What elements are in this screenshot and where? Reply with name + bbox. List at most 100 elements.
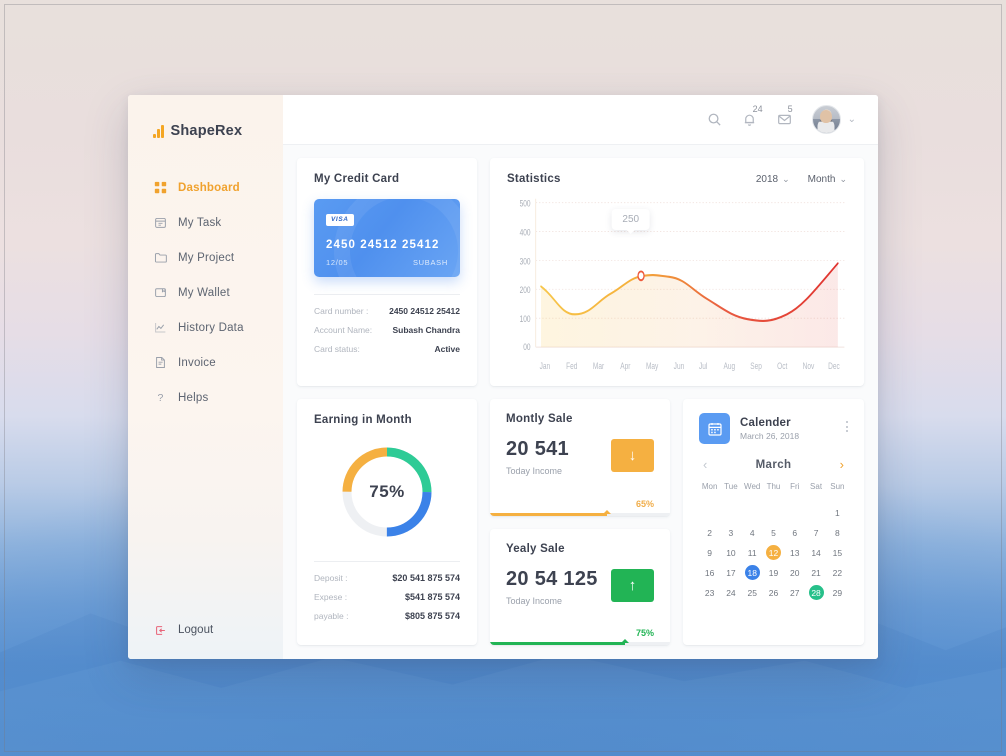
sidebar-item-label: Helps [178, 391, 209, 404]
arrow-down-icon: ↓ [611, 439, 654, 472]
chevron-down-icon: ⌄ [839, 173, 847, 184]
earning-row: Deposit : $20 541 875 574 [314, 573, 460, 583]
arrow-up-icon: ↑ [611, 568, 654, 602]
dashboard-content: My Credit Card VISA 2450 24512 25412 12/… [283, 145, 878, 659]
calendar-day[interactable]: 7 [805, 525, 826, 540]
profile-menu[interactable]: ⌄ [811, 105, 856, 134]
bar-chart-logo-icon [153, 124, 164, 138]
progress-fill [490, 512, 607, 516]
calendar-day[interactable]: 25 [742, 585, 763, 600]
calendar-dow: Tue [724, 482, 738, 491]
calendar-day[interactable]: 17 [720, 565, 741, 580]
credit-card-title: My Credit Card [314, 173, 400, 185]
account-name-label: Account Name: [314, 325, 373, 335]
calendar-day[interactable]: 28 [805, 585, 826, 600]
sidebar-item-label: My Project [178, 251, 235, 264]
sidebar-item-my-wallet[interactable]: My Wallet [128, 280, 283, 305]
bottom-row: Earning in Month 75% Deposit : $20 541 8… [297, 399, 864, 645]
card-detail-row: Card status: Active [314, 344, 460, 354]
calendar-day[interactable]: 5 [763, 525, 784, 540]
topbar: 24 5 ⌄ [283, 95, 878, 145]
calendar-dow: Sun [830, 482, 845, 491]
sidebar-item-my-project[interactable]: My Project [128, 245, 283, 270]
calendar-month-label: March [755, 458, 792, 471]
calendar-dow: Sat [810, 482, 823, 491]
notification-count-badge: 24 [752, 104, 763, 114]
dashboard-window: ShapeRex Dashboard My Task My Project My… [128, 95, 878, 659]
chart-tooltip: 250 [611, 209, 651, 230]
calendar-title: Calender [740, 416, 791, 429]
divider [314, 561, 460, 562]
card-status-label: Card status: [314, 344, 360, 354]
deposit-label: Deposit : [314, 573, 348, 583]
visa-logo: VISA [326, 213, 354, 226]
calendar-day[interactable]: 29 [827, 585, 848, 600]
calendar-day[interactable]: 15 [827, 545, 848, 560]
calendar-dow: Fri [790, 482, 800, 491]
calendar-day[interactable]: 26 [763, 585, 784, 600]
calendar-day[interactable]: 9 [699, 545, 720, 560]
period-select[interactable]: Month ⌄ [808, 174, 847, 185]
statistics-chart[interactable]: 500 400 300 200 100 00 250 Jan Fed Mar A… [507, 193, 847, 376]
year-select[interactable]: 2018 ⌄ [756, 174, 790, 185]
sidebar-item-history-data[interactable]: History Data [128, 315, 283, 340]
calendar-day[interactable]: 11 [742, 545, 763, 560]
year-select-value: 2018 [755, 173, 779, 185]
calendar-prev-button[interactable]: ‹ [703, 458, 707, 471]
question-mark-icon: ? [153, 391, 167, 405]
calendar-day[interactable]: 16 [699, 565, 720, 580]
svg-text:300: 300 [520, 256, 531, 267]
calendar-day[interactable]: 24 [720, 585, 741, 600]
sidebar-item-label: Invoice [178, 356, 216, 369]
statistics-title: Statistics [507, 173, 561, 185]
calendar-day[interactable]: 20 [784, 565, 805, 580]
calendar-day[interactable]: 10 [720, 545, 741, 560]
calendar-day[interactable]: 8 [827, 525, 848, 540]
sidebar-item-my-task[interactable]: My Task [128, 210, 283, 235]
card-number-label: Card number : [314, 306, 369, 316]
calendar-day[interactable]: 23 [699, 585, 720, 600]
calendar-day[interactable]: 18 [742, 565, 763, 580]
calendar-day[interactable]: 27 [784, 585, 805, 600]
calendar-next-button[interactable]: › [840, 458, 844, 471]
more-vertical-icon[interactable] [846, 421, 848, 436]
avatar [811, 105, 841, 134]
logout-label: Logout [178, 624, 214, 636]
calendar-day[interactable]: 3 [720, 525, 741, 540]
messages-envelope-icon[interactable]: 5 [777, 104, 793, 127]
notifications-bell-icon[interactable]: 24 [742, 104, 763, 127]
expense-value: $541 875 574 [404, 592, 460, 602]
payable-value: $805 875 574 [404, 611, 460, 621]
card-holder: SUBASH [412, 258, 448, 267]
brand-logo-area: ShapeRex [128, 95, 283, 145]
earning-row: payable : $805 875 574 [314, 611, 460, 621]
calendar-day[interactable]: 22 [827, 565, 848, 580]
calendar-day[interactable]: 21 [805, 565, 826, 580]
calendar-day[interactable]: 4 [742, 525, 763, 540]
sidebar-item-label: Dashboard [178, 181, 240, 194]
calendar-day[interactable]: 6 [784, 525, 805, 540]
calendar-days: 1 2 3 4 5 6 7 8 9 10 11 12 13 14 15 16 17 18 19 20 21 22 23 24 2… [699, 505, 848, 600]
search-icon[interactable] [707, 112, 722, 127]
calendar-day[interactable]: 12 [763, 545, 784, 560]
calendar-day[interactable]: 1 [827, 505, 848, 520]
svg-text:500: 500 [520, 198, 531, 209]
sidebar-item-invoice[interactable]: Invoice [128, 350, 283, 375]
logout-button[interactable]: Logout [128, 623, 283, 637]
grid-icon [153, 181, 167, 195]
calendar-day[interactable]: 2 [699, 525, 720, 540]
earning-title: Earning in Month [314, 414, 412, 426]
progress-knob [621, 639, 629, 643]
visa-card-graphic[interactable]: VISA 2450 24512 25412 12/05 SUBASH [314, 199, 460, 277]
sidebar-item-dashboard[interactable]: Dashboard [128, 175, 283, 200]
yearly-sale-percent: 75% [635, 628, 654, 638]
monthly-sale-subtitle: Today Income [506, 466, 563, 476]
svg-text:200: 200 [520, 285, 531, 296]
expense-label: Expese : [314, 592, 348, 602]
chart-svg: 500 400 300 200 100 00 [520, 198, 845, 359]
calendar-day[interactable]: 14 [805, 545, 826, 560]
calendar-day[interactable]: 19 [763, 565, 784, 580]
calendar-day[interactable]: 13 [784, 545, 805, 560]
yearly-sale-subtitle: Today Income [506, 595, 563, 606]
sidebar-item-helps[interactable]: ? Helps [128, 385, 283, 410]
